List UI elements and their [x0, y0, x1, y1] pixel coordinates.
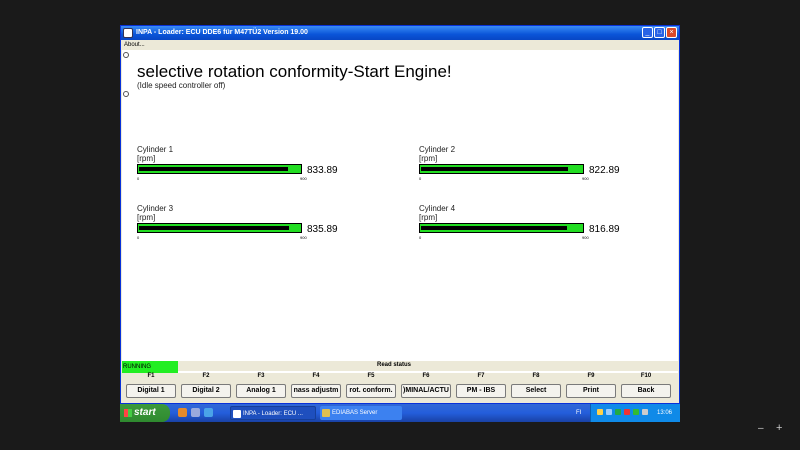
tray-icon[interactable]	[615, 409, 621, 415]
taskbar-item-ediabas[interactable]: EDIABAS Server	[320, 406, 402, 420]
gauge-max: 900	[582, 235, 589, 240]
function-key-bar: F1 Digital 1 F2 Digital 2 F3 Analog 1 F4…	[122, 373, 678, 403]
quicklaunch-icon[interactable]	[204, 408, 213, 417]
gauge-min: 0	[137, 176, 140, 181]
print-button[interactable]: Print	[566, 384, 616, 398]
gauge-unit: [rpm]	[419, 154, 438, 163]
fkey-label: F7	[477, 373, 485, 379]
gauge-fill	[139, 226, 289, 230]
gauge-max: 900	[582, 176, 589, 181]
gauge-bar	[419, 223, 584, 233]
inpa-window: INPA - Loader: ECU DDE6 für M47TÜ2 Versi…	[120, 25, 680, 404]
menu-item-about[interactable]: About...	[124, 40, 145, 50]
gauge-label: Cylinder 2	[419, 145, 456, 154]
gauge-max: 900	[300, 176, 307, 181]
maximize-button[interactable]: □	[654, 27, 665, 38]
radio-button[interactable]	[123, 52, 129, 58]
quicklaunch-icon[interactable]	[191, 408, 200, 417]
zoom-in-button[interactable]: +	[776, 422, 782, 434]
fkey-label: F4	[312, 373, 320, 379]
task-label: EDIABAS Server	[332, 410, 378, 416]
quicklaunch-icon[interactable]	[178, 408, 187, 417]
title-bar[interactable]: INPA - Loader: ECU DDE6 für M47TÜ2 Versi…	[121, 26, 679, 40]
gauge-min: 0	[419, 176, 422, 181]
rot-conform-button[interactable]: rot. conform.	[346, 384, 396, 398]
language-indicator[interactable]: FI	[576, 406, 581, 420]
desktop: INPA - Loader: ECU DDE6 für M47TÜ2 Versi…	[0, 0, 800, 450]
fkey-label: F3	[257, 373, 265, 379]
gauge-unit: [rpm]	[137, 154, 156, 163]
app-icon	[123, 28, 133, 38]
tray-icon[interactable]	[633, 409, 639, 415]
ediabas-icon	[322, 409, 330, 417]
window-title: INPA - Loader: ECU DDE6 für M47TÜ2 Versi…	[136, 29, 308, 36]
gauge-cylinder-1: Cylinder 1 [rpm] 0 900 833.89	[137, 145, 377, 191]
status-row: RUNNING Read status	[122, 361, 678, 373]
gauge-min: 0	[137, 235, 140, 240]
clock[interactable]: 13:06	[657, 404, 672, 422]
page-title: selective rotation conformity-Start Engi…	[137, 62, 452, 81]
gauge-bar	[419, 164, 584, 174]
gauge-unit: [rpm]	[137, 213, 156, 222]
back-button[interactable]: Back	[621, 384, 671, 398]
close-button[interactable]: ×	[666, 27, 677, 38]
gauge-value: 835.89	[307, 224, 338, 235]
gauge-min: 0	[419, 235, 422, 240]
tray-icon[interactable]	[642, 409, 648, 415]
digital-1-button[interactable]: Digital 1	[126, 384, 176, 398]
inpa-icon	[233, 410, 241, 418]
gauge-label: Cylinder 4	[419, 204, 456, 213]
fkey-label: F8	[532, 373, 540, 379]
gauge-cylinder-2: Cylinder 2 [rpm] 0 900 822.89	[419, 145, 659, 191]
gauge-fill	[421, 167, 568, 171]
taskbar: start INPA - Loader: ECU ... EDIABAS Ser…	[120, 404, 680, 422]
gauge-bar	[137, 223, 302, 233]
radio-button[interactable]	[123, 91, 129, 97]
gauge-cylinder-4: Cylinder 4 [rpm] 0 900 816.89	[419, 204, 659, 250]
zoom-out-button[interactable]: –	[758, 423, 764, 434]
tray-icon[interactable]	[597, 409, 603, 415]
tray-icon[interactable]	[624, 409, 630, 415]
pm-ibs-button[interactable]: PM - IBS	[456, 384, 506, 398]
menu-bar: About...	[121, 40, 679, 50]
gauge-cylinder-3: Cylinder 3 [rpm] 0 900 835.89	[137, 204, 377, 250]
gauge-bar	[137, 164, 302, 174]
fkey-label: F5	[367, 373, 375, 379]
gauge-max: 900	[300, 235, 307, 240]
gauge-label: Cylinder 3	[137, 204, 174, 213]
fkey-label: F10	[640, 373, 652, 379]
windows-logo-icon	[124, 409, 132, 417]
page-subtitle: (Idle speed controller off)	[137, 81, 226, 90]
gauge-value: 822.89	[589, 165, 620, 176]
gauge-value: 816.89	[589, 224, 620, 235]
digital-2-button[interactable]: Digital 2	[181, 384, 231, 398]
gauge-unit: [rpm]	[419, 213, 438, 222]
taskbar-item-inpa[interactable]: INPA - Loader: ECU ...	[230, 406, 316, 420]
main-content: selective rotation conformity-Start Engi…	[122, 50, 678, 385]
tray-icon[interactable]	[606, 409, 612, 415]
system-tray: 13:06	[590, 404, 680, 422]
gauge-label: Cylinder 1	[137, 145, 174, 154]
gauge-fill	[139, 167, 288, 171]
minimize-button[interactable]: _	[642, 27, 653, 38]
gauge-value: 833.89	[307, 165, 338, 176]
gauge-fill	[421, 226, 567, 230]
fkey-label: F2	[202, 373, 210, 379]
mass-adjustment-button[interactable]: nass adjustm	[291, 384, 341, 398]
fkey-label: F6	[422, 373, 430, 379]
read-status-label: Read status	[377, 362, 412, 368]
start-label: start	[134, 407, 156, 418]
select-button[interactable]: Select	[511, 384, 561, 398]
status-badge: RUNNING	[122, 361, 178, 373]
task-label: INPA - Loader: ECU ...	[243, 411, 303, 417]
fkey-label: F1	[147, 373, 155, 379]
analog-1-button[interactable]: Analog 1	[236, 384, 286, 398]
nominal-actual-button[interactable]: )MINAL/ACTU	[401, 384, 451, 398]
start-button[interactable]: start	[120, 404, 170, 422]
fkey-label: F9	[587, 373, 595, 379]
